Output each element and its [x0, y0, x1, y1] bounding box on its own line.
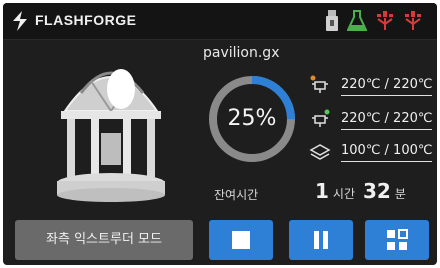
hours-unit: 시간 [332, 187, 356, 201]
lab-flask-icon [347, 10, 367, 31]
pause-icon [314, 231, 328, 249]
extruder-right-icon [312, 109, 330, 127]
menu-grid-icon [387, 229, 408, 250]
temp-value: 220℃ / 220℃ [341, 77, 433, 96]
left-extruder-mode-button[interactable]: 좌측 익스트루더 모드 [15, 220, 193, 260]
usb-icon [326, 10, 338, 31]
heated-bed-temp: 100℃ / 100℃ [309, 141, 433, 165]
file-name: pavilion.gx [203, 45, 280, 61]
temp-value: 100℃ / 100℃ [341, 143, 433, 162]
progress-percent: 25% [227, 106, 277, 131]
extruder-right-temp: 220℃ / 220℃ [309, 109, 433, 133]
remaining-minutes: 32 [363, 179, 391, 203]
stop-button[interactable] [209, 220, 273, 260]
temp-value: 220℃ / 220℃ [341, 111, 433, 130]
menu-button[interactable] [365, 220, 429, 260]
printer-screen: FLASHFORGE pavilion.gx 25% 220℃ / 220℃ 2… [3, 3, 437, 265]
brand-name: FLASHFORGE [35, 12, 137, 28]
remaining-hours: 1 [315, 179, 329, 203]
wifi-signal-icon [377, 11, 393, 30]
top-bar: FLASHFORGE [3, 3, 437, 40]
remaining-time-label: 잔여시간 [214, 188, 259, 202]
stop-icon [232, 231, 250, 249]
minutes-unit: 분 [394, 187, 406, 201]
flashforge-logo-icon [13, 11, 27, 31]
pause-button[interactable] [289, 220, 353, 260]
model-preview [57, 69, 165, 202]
extruder-left-temp: 220℃ / 220℃ [309, 75, 433, 99]
extruder-left-icon [310, 75, 328, 93]
remaining-time-value: 1 시간 32 분 [315, 179, 414, 203]
heated-bed-icon [309, 144, 331, 160]
wifi-signal-icon [405, 11, 421, 30]
